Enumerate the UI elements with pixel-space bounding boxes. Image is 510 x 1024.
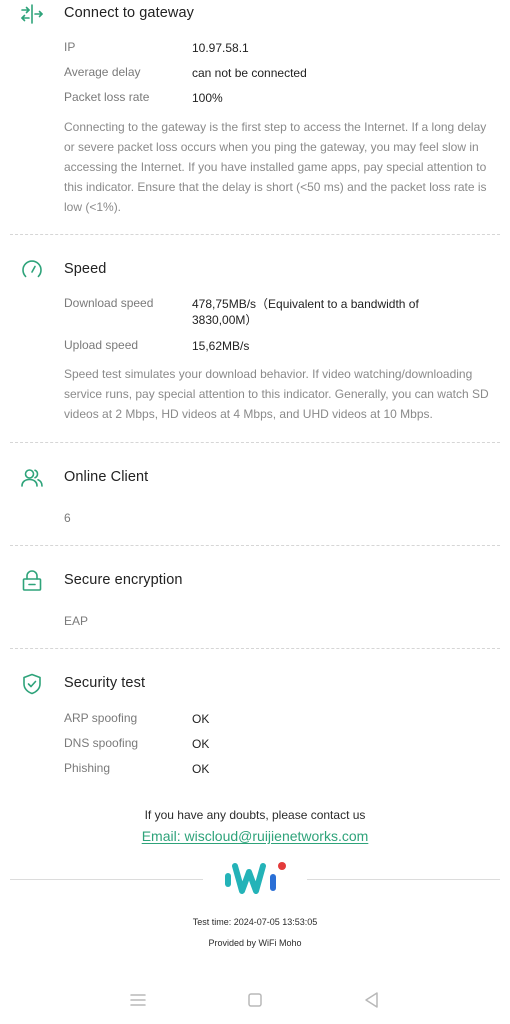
provided-by: Provided by WiFi Moho — [208, 938, 302, 948]
security-row-value: OK — [192, 712, 210, 726]
security-header: Security test — [0, 672, 510, 700]
speedometer-icon — [20, 258, 44, 282]
gateway-row-label: IP — [64, 40, 76, 54]
gateway-row-label: Packet loss rate — [64, 90, 150, 104]
security-title: Security test — [64, 675, 146, 691]
speed-header: Speed — [0, 258, 510, 286]
gateway-row-value: 100% — [192, 91, 223, 105]
gateway-row-value: can not be connected — [192, 66, 307, 80]
gateway-arrows-icon — [20, 2, 44, 26]
speed-row-value: 478,75MB/s（Equivalent to a bandwidth of … — [192, 297, 419, 327]
shield-check-icon — [20, 672, 44, 696]
speed-description: Speed test simulates your download behav… — [64, 367, 489, 421]
email-link-label[interactable]: Email: wiscloud@ruijienetworks.com — [142, 828, 369, 844]
clients-title: Online Client — [64, 469, 149, 485]
logo-divider-left — [10, 879, 203, 880]
back-triangle-icon[interactable] — [360, 988, 384, 1012]
wifi-moho-logo — [224, 860, 288, 900]
divider — [10, 442, 500, 443]
contact-text: If you have any doubts, please contact u… — [144, 808, 366, 822]
encryption-value: EAP — [64, 614, 89, 628]
divider — [10, 234, 500, 235]
gateway-description: Connecting to the gateway is the first s… — [64, 120, 487, 214]
test-time: Test time: 2024-07-05 13:53:05 — [192, 917, 318, 927]
gateway-row-label: Average delay — [64, 65, 141, 79]
speed-row-label: Download speed — [64, 296, 154, 310]
speed-title: Speed — [64, 261, 107, 277]
clients-header: Online Client — [0, 466, 510, 494]
clients-value: 6 — [64, 511, 71, 525]
users-icon — [20, 466, 44, 490]
gateway-title: Connect to gateway — [64, 5, 194, 21]
lock-icon — [20, 569, 44, 593]
security-row-value: OK — [192, 762, 210, 776]
speed-row-value: 15,62MB/s — [192, 339, 250, 353]
divider — [10, 648, 500, 649]
system-navbar — [0, 984, 510, 1014]
menu-icon[interactable] — [126, 988, 150, 1012]
encryption-header: Secure encryption — [0, 569, 510, 597]
security-row-label: DNS spoofing — [64, 736, 139, 750]
gateway-row-value: 10.97.58.1 — [192, 41, 249, 55]
speed-row-label: Upload speed — [64, 338, 139, 352]
divider — [10, 545, 500, 546]
home-square-icon[interactable] — [243, 988, 267, 1012]
security-row-value: OK — [192, 737, 210, 751]
gateway-header: Connect to gateway — [0, 2, 510, 30]
security-row-label: Phishing — [64, 761, 111, 775]
logo-divider-right — [307, 879, 500, 880]
email-link[interactable]: Email: wiscloud@ruijienetworks.com — [0, 828, 510, 844]
security-row-label: ARP spoofing — [64, 711, 138, 725]
encryption-title: Secure encryption — [64, 572, 183, 588]
